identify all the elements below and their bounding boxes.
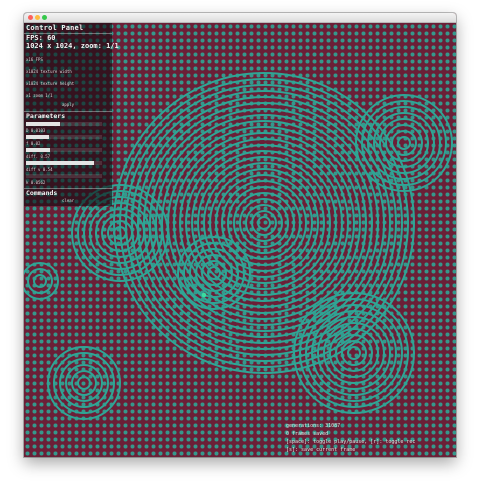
- slider-f[interactable]: [26, 135, 102, 139]
- status-keys-save: [s]: save current frame: [286, 447, 356, 453]
- slider-d[interactable]: [26, 122, 102, 126]
- slider-diff-v[interactable]: [26, 161, 102, 165]
- slider-diff-v-label: diff v 0.54: [26, 167, 53, 172]
- fps-readout: FPS: 60: [26, 34, 56, 42]
- title-bar[interactable]: [24, 13, 456, 23]
- slider-k[interactable]: [26, 174, 102, 178]
- slider-fill: [26, 161, 95, 165]
- app-window: Control Panel FPS: 60 1024 x 1024, zoom:…: [24, 13, 456, 457]
- texture-height-field[interactable]: x1024 texture height: [26, 81, 74, 86]
- panel-title: Control Panel: [26, 24, 84, 32]
- zoom-field[interactable]: x1 zoom 1/1: [26, 93, 53, 98]
- slider-d-label: D 0.0103: [26, 128, 46, 133]
- minimize-window-icon[interactable]: [35, 15, 40, 20]
- slider-fill: [26, 122, 61, 126]
- slider-fill: [26, 148, 51, 152]
- slider-diff-u[interactable]: [26, 148, 102, 152]
- slider-fill: [26, 135, 49, 139]
- clear-button[interactable]: clear: [62, 198, 74, 203]
- close-window-icon[interactable]: [28, 15, 33, 20]
- parameters-heading: Parameters: [26, 112, 66, 120]
- slider-diff-u-label: diff. 0.57: [26, 154, 51, 159]
- commands-heading: Commands: [26, 189, 58, 197]
- dimensions-readout: 1024 x 1024, zoom: 1/1: [26, 42, 119, 50]
- control-panel: Control Panel FPS: 60 1024 x 1024, zoom:…: [24, 23, 119, 206]
- slider-k-label: k 0.0562: [26, 180, 46, 185]
- slider-f-label: f 0.02: [26, 141, 41, 146]
- status-frames-saved: 0 frames saved: [286, 431, 329, 437]
- cursor-dot: [201, 292, 207, 298]
- apply-button[interactable]: apply: [62, 102, 74, 107]
- status-keys-play-rec: [space]: toggle play/pause, [r]: toggle …: [286, 439, 416, 445]
- status-generations: generations: 31087: [286, 423, 341, 429]
- maximize-window-icon[interactable]: [42, 15, 47, 20]
- fps-field[interactable]: x16 FPS: [26, 57, 43, 62]
- texture-width-field[interactable]: x1024 texture width: [26, 69, 72, 74]
